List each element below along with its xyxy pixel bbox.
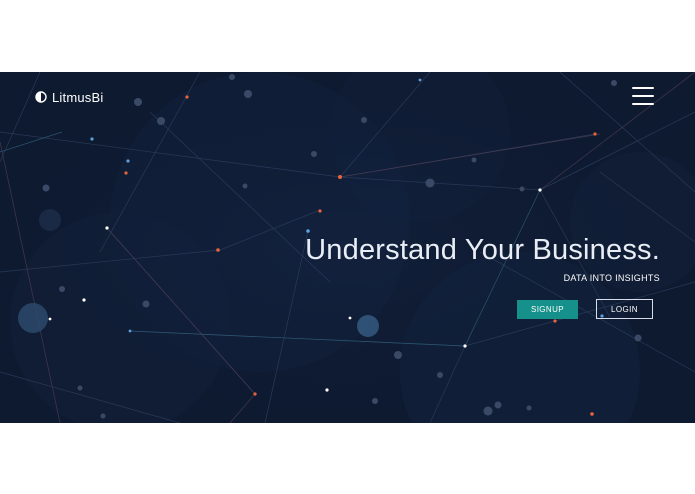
hamburger-menu-icon [632, 87, 654, 89]
brand-name: LitmusBi [52, 89, 104, 105]
half-moon-logo-icon [35, 91, 47, 103]
login-button[interactable]: LOGIN [596, 299, 653, 319]
signup-button[interactable]: SIGNUP [517, 300, 578, 319]
hero-tagline: DATA INTO INSIGHTS [563, 273, 660, 283]
hero-headline: Understand Your Business. [305, 234, 660, 266]
hamburger-menu-button[interactable] [632, 87, 654, 105]
brand-logo-link[interactable]: LitmusBi [35, 89, 103, 105]
hero-section: LitmusBi Understand Your Business. DATA … [0, 72, 695, 423]
